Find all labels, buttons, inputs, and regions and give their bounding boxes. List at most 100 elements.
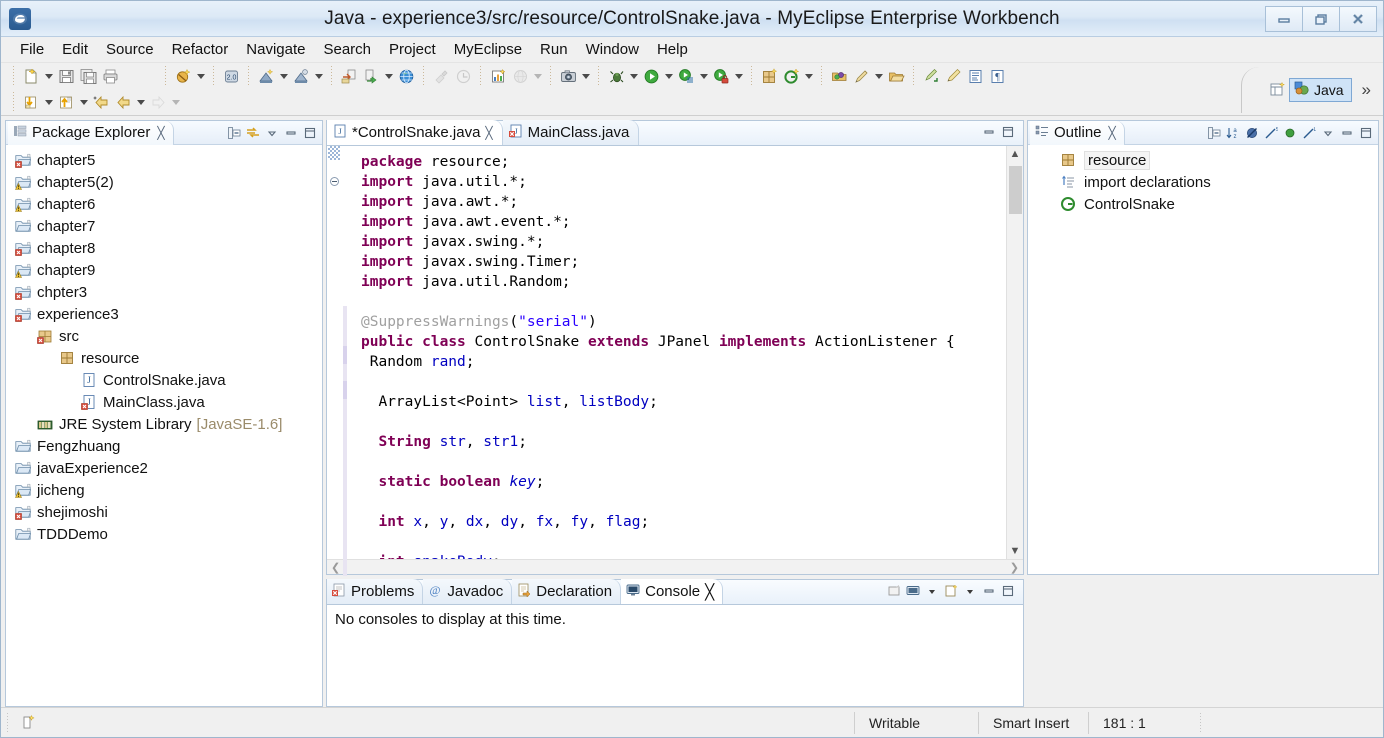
new-ejb-project-icon[interactable] bbox=[290, 65, 312, 87]
web-services-dropdown-arrow[interactable] bbox=[531, 65, 544, 87]
search-dropdown-arrow[interactable] bbox=[872, 65, 885, 87]
tab-problems[interactable]: Problems bbox=[327, 579, 424, 604]
export-server-dropdown-arrow[interactable] bbox=[382, 65, 395, 87]
outline-item-import-declarations[interactable]: import declarations bbox=[1028, 171, 1378, 193]
run-secure-icon[interactable] bbox=[710, 65, 732, 87]
menu-search[interactable]: Search bbox=[314, 39, 380, 60]
tab-console[interactable]: Console ╳ bbox=[621, 579, 724, 604]
new-ejb-project-dropdown-arrow[interactable] bbox=[312, 65, 325, 87]
view-menu-icon[interactable] bbox=[1319, 124, 1336, 141]
tree-item-jre-system-library[interactable]: JRE System Library [JavaSE-1.6] bbox=[6, 413, 322, 435]
tab-package-explorer[interactable]: Package Explorer ╳ bbox=[8, 120, 174, 145]
open-browser-icon[interactable] bbox=[395, 65, 417, 87]
outline-tree-container[interactable]: resource import declarations ControlSnake bbox=[1028, 145, 1378, 574]
menu-project[interactable]: Project bbox=[380, 39, 445, 60]
open-type-icon[interactable] bbox=[828, 65, 850, 87]
run-icon[interactable] bbox=[640, 65, 662, 87]
hide-non-public-icon[interactable] bbox=[1281, 124, 1298, 141]
minimize-view-icon[interactable] bbox=[980, 582, 997, 599]
close-button[interactable] bbox=[1339, 5, 1377, 32]
minimize-editor-icon[interactable] bbox=[980, 123, 997, 140]
tab-outline[interactable]: Outline ╳ bbox=[1030, 120, 1125, 145]
perspective-tab-java[interactable]: Java bbox=[1288, 77, 1352, 102]
outline-item-resource[interactable]: resource bbox=[1028, 149, 1378, 171]
hide-local-types-icon[interactable]: L bbox=[1300, 124, 1317, 141]
maximize-view-icon[interactable] bbox=[1357, 124, 1374, 141]
editor-gutter[interactable] bbox=[327, 146, 343, 559]
tree-item-fengzhuang[interactable]: Fengzhuang bbox=[6, 435, 322, 457]
sort-icon[interactable]: az bbox=[1224, 124, 1241, 141]
forward-icon[interactable] bbox=[147, 91, 169, 113]
open-console-view-icon[interactable] bbox=[885, 582, 902, 599]
save-icon[interactable] bbox=[55, 65, 77, 87]
back-dropdown-arrow[interactable] bbox=[134, 91, 147, 113]
tree-item-chpter3[interactable]: chpter3 bbox=[6, 281, 322, 303]
tree-item-jicheng[interactable]: jicheng bbox=[6, 479, 322, 501]
import-icon[interactable] bbox=[338, 65, 360, 87]
myeclipse-deploy-icon[interactable] bbox=[172, 65, 194, 87]
run-config-dropdown-arrow[interactable] bbox=[697, 65, 710, 87]
step-into-icon[interactable] bbox=[20, 91, 42, 113]
save-all-icon[interactable] bbox=[77, 65, 99, 87]
editor-tab-controlsnake[interactable]: J *ControlSnake.java ╳ bbox=[327, 120, 503, 145]
tree-item-chapter9[interactable]: chapter9 bbox=[6, 259, 322, 281]
tree-item-tdddemo[interactable]: TDDDemo bbox=[6, 523, 322, 545]
menu-window[interactable]: Window bbox=[577, 39, 648, 60]
tree-item-chapter5-2[interactable]: chapter5(2) bbox=[6, 171, 322, 193]
open-db-browser-icon[interactable]: 2.0 bbox=[220, 65, 242, 87]
editor-vertical-scrollbar[interactable]: ▲ ▼ bbox=[1006, 146, 1023, 559]
menu-refactor[interactable]: Refactor bbox=[163, 39, 238, 60]
tab-declaration[interactable]: Declaration bbox=[512, 579, 622, 604]
run-dropdown-arrow[interactable] bbox=[662, 65, 675, 87]
display-selected-console-icon[interactable] bbox=[904, 582, 921, 599]
tree-item-chapter8[interactable]: chapter8 bbox=[6, 237, 322, 259]
scroll-up-icon[interactable]: ▲ bbox=[1010, 146, 1021, 162]
open-console-icon[interactable] bbox=[942, 582, 959, 599]
snapshot-icon[interactable] bbox=[557, 65, 579, 87]
new-wizard-dropdown-arrow[interactable] bbox=[42, 65, 55, 87]
next-annotation-icon[interactable] bbox=[920, 65, 942, 87]
tree-item-chapter7[interactable]: chapter7 bbox=[6, 215, 322, 237]
scroll-left-icon[interactable]: ❮ bbox=[331, 561, 340, 574]
hide-static-icon[interactable]: S bbox=[1262, 124, 1279, 141]
show-whitespace-icon[interactable]: ¶ bbox=[986, 65, 1008, 87]
new-report-icon[interactable] bbox=[487, 65, 509, 87]
new-java-package-icon[interactable] bbox=[758, 65, 780, 87]
search-icon[interactable] bbox=[850, 65, 872, 87]
scroll-right-icon[interactable]: ❯ bbox=[1010, 561, 1019, 574]
menu-run[interactable]: Run bbox=[531, 39, 577, 60]
package-explorer-tree-container[interactable]: chapter5 chapter5(2) chapter6 chapter7 chapt… bbox=[6, 145, 322, 706]
close-icon[interactable]: ╳ bbox=[705, 583, 714, 601]
build-icon[interactable] bbox=[430, 65, 452, 87]
back-icon[interactable] bbox=[112, 91, 134, 113]
close-icon[interactable]: ╳ bbox=[157, 126, 164, 140]
new-web-project-icon[interactable] bbox=[255, 65, 277, 87]
tree-item-experience3[interactable]: experience3 bbox=[6, 303, 322, 325]
debug-icon[interactable] bbox=[605, 65, 627, 87]
toolbar-overflow-button[interactable]: » bbox=[1356, 80, 1377, 100]
tree-item-mainclass-java[interactable]: J MainClass.java bbox=[6, 391, 322, 413]
run-secure-dropdown-arrow[interactable] bbox=[732, 65, 745, 87]
maximize-view-icon[interactable] bbox=[301, 124, 318, 141]
menu-myeclipse[interactable]: MyEclipse bbox=[445, 39, 531, 60]
link-with-editor-icon[interactable] bbox=[244, 124, 261, 141]
console-content[interactable]: No consoles to display at this time. bbox=[327, 605, 1023, 706]
minimize-view-icon[interactable] bbox=[1338, 124, 1355, 141]
new-web-project-dropdown-arrow[interactable] bbox=[277, 65, 290, 87]
tree-item-shejimoshi[interactable]: shejimoshi bbox=[6, 501, 322, 523]
tree-item-resource[interactable]: resource bbox=[6, 347, 322, 369]
debug-dropdown-arrow[interactable] bbox=[627, 65, 640, 87]
tree-item-controlsnake-java[interactable]: J ControlSnake.java bbox=[6, 369, 322, 391]
tree-item-src[interactable]: src bbox=[6, 325, 322, 347]
maximize-editor-icon[interactable] bbox=[999, 123, 1016, 140]
run-config-icon[interactable] bbox=[675, 65, 697, 87]
open-console-arrow-icon[interactable] bbox=[961, 582, 978, 599]
collapse-all-icon[interactable] bbox=[225, 124, 242, 141]
maximize-view-icon[interactable] bbox=[999, 582, 1016, 599]
display-selected-console-arrow-icon[interactable] bbox=[923, 582, 940, 599]
restore-button[interactable] bbox=[1302, 5, 1340, 32]
snapshot-dropdown-arrow[interactable] bbox=[579, 65, 592, 87]
hide-fields-icon[interactable] bbox=[1243, 124, 1260, 141]
print-icon[interactable] bbox=[99, 65, 121, 87]
tab-javadoc[interactable]: @ Javadoc bbox=[423, 579, 513, 604]
